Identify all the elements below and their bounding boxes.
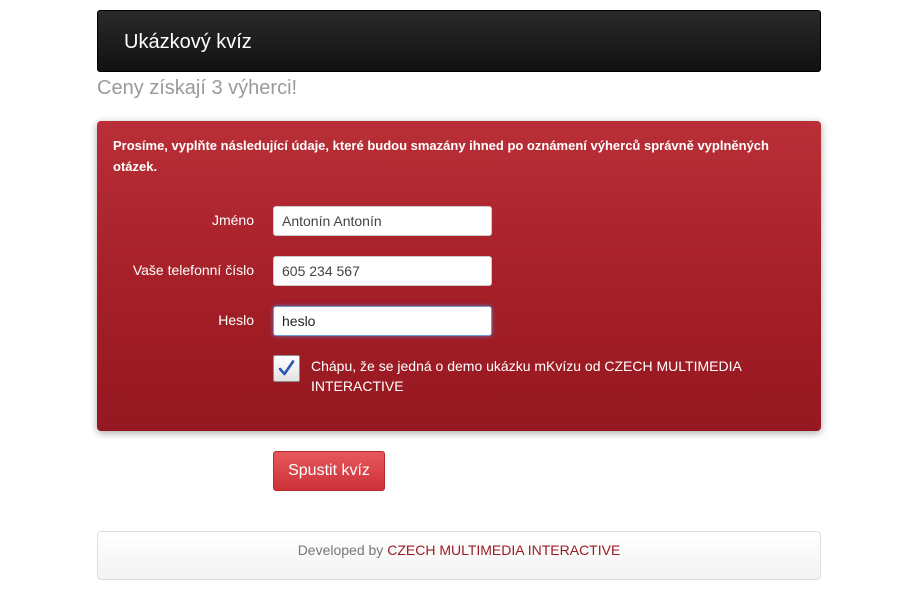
password-label: Heslo — [218, 312, 254, 328]
brand-title[interactable]: Ukázkový kvíz — [124, 30, 252, 54]
consent-label[interactable]: Chápu, že se jedná o demo ukázku mKvízu … — [311, 356, 781, 396]
consent-checkbox[interactable] — [273, 355, 300, 382]
navbar: Ukázkový kvíz — [97, 10, 821, 72]
phone-label: Vaše telefonní číslo — [132, 262, 254, 278]
footer: Developed by CZECH MULTIMEDIA INTERACTIV… — [97, 531, 821, 580]
form-intro-text: Prosíme, vyplňte následující údaje, kter… — [113, 138, 769, 174]
page-subtitle: Ceny získají 3 výherci! — [97, 77, 298, 99]
page: Ukázkový kvíz Ceny získají 3 výherci! Pr… — [0, 0, 918, 610]
phone-input[interactable] — [273, 256, 492, 286]
footer-prefix: Developed by — [297, 542, 384, 558]
password-input[interactable] — [273, 306, 492, 336]
name-label: Jméno — [211, 212, 254, 228]
registration-form: Prosíme, vyplňte následující údaje, kter… — [97, 121, 821, 431]
footer-company-link[interactable]: CZECH MULTIMEDIA INTERACTIVE — [387, 542, 620, 558]
name-input[interactable] — [273, 206, 492, 236]
check-icon — [278, 360, 295, 376]
start-quiz-button[interactable]: Spustit kvíz — [273, 451, 385, 491]
